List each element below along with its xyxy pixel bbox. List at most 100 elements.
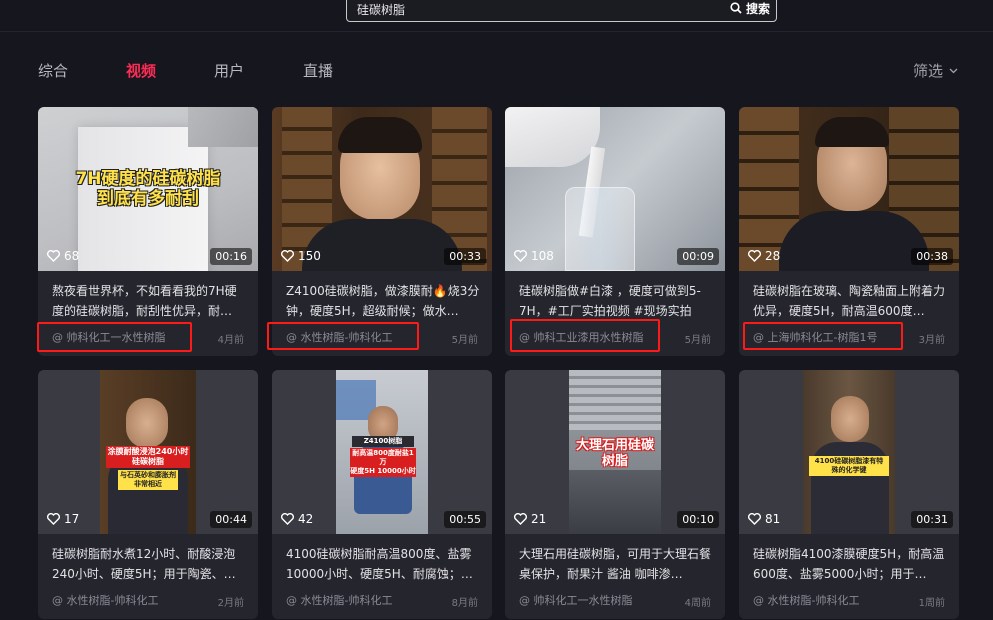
search-input[interactable] — [357, 0, 697, 18]
search-icon — [730, 2, 742, 14]
tab-users[interactable]: 用户 — [214, 60, 244, 81]
like-count-value: 81 — [765, 512, 781, 526]
like-count-value: 21 — [531, 512, 547, 526]
like-count: 150 — [281, 249, 321, 263]
heart-icon — [281, 513, 294, 525]
heart-icon — [47, 250, 60, 262]
author-name[interactable]: @ 水性树脂-帅科化工 — [286, 329, 392, 345]
chevron-down-icon — [949, 68, 958, 73]
author-name[interactable]: @ 帅科化工一水性树脂 — [52, 329, 166, 345]
video-description: 硅碳树脂4100漆膜硬度5H，耐高温600度、盐雾5000小时；用于… — [753, 547, 945, 581]
author-name[interactable]: @ 水性树脂-帅科化工 — [52, 592, 158, 608]
marble-slab-image — [569, 370, 661, 430]
video-duration: 00:31 — [911, 511, 953, 528]
person-body — [302, 219, 462, 271]
thumbnail-subcaption: 耐高温800度耐盐1万 硬度5H 10000小时 — [350, 448, 416, 477]
author-name[interactable]: @ 帅科工业漆用水性树脂 — [519, 329, 644, 345]
like-count: 28 — [748, 249, 780, 263]
like-count: 21 — [514, 512, 546, 526]
tab-live[interactable]: 直播 — [303, 60, 333, 81]
video-card[interactable]: 28 00:38 硅碳树脂在玻璃、陶瓷釉面上附着力优异，硬度5H，耐高温600度… — [739, 107, 959, 356]
post-time: 5月前 — [684, 335, 711, 346]
video-thumbnail: 28 00:38 — [739, 107, 959, 271]
post-time: 5月前 — [451, 335, 478, 346]
thumbnail-caption: 7H硬度的硅碳树脂 到底有多耐刮 — [75, 169, 221, 209]
video-card[interactable]: 4100硅碳树脂漆有特 殊的化学键 81 00:31 硅碳树脂4100漆膜硬度5… — [739, 370, 959, 619]
video-duration: 00:09 — [677, 248, 719, 265]
author-name[interactable]: @ 水性树脂-帅科化工 — [286, 592, 392, 608]
like-count: 81 — [748, 512, 780, 526]
video-card[interactable]: 150 00:33 Z4100硅碳树脂，做漆膜耐🔥烧3分钟，硬度5H，超级耐候；… — [272, 107, 492, 356]
video-duration: 00:16 — [210, 248, 252, 265]
video-thumbnail: 108 00:09 — [505, 107, 725, 271]
thumbnail-caption: 大理石用硅碳 树脂 — [575, 438, 654, 469]
glass-bottle-image — [565, 187, 635, 271]
video-thumbnail: 150 00:33 — [272, 107, 492, 271]
tab-video[interactable]: 视频 — [126, 60, 156, 81]
thumbnail-subcaption: 与石英砂和膨胀剂 非常相近 — [118, 470, 178, 490]
filter-button[interactable]: 筛选 — [913, 60, 958, 81]
author-name[interactable]: @ 上海帅科化工-树脂1号 — [753, 329, 877, 345]
post-time: 4周前 — [684, 598, 711, 609]
person-hair — [338, 117, 422, 153]
video-card[interactable]: 7H硬度的硅碳树脂 到底有多耐刮 68 00:16 熬夜看世界杯，不如看看我的7… — [38, 107, 258, 356]
thumbnail-caption: 涂膜耐酸浸泡240小时 硅碳树脂 — [106, 446, 190, 468]
video-thumbnail: 大理石用硅碳 树脂 21 00:10 — [505, 370, 725, 534]
video-description: 熬夜看世界杯，不如看看我的7H硬度的硅碳树脂，耐刮性优异，耐… — [52, 284, 237, 318]
heart-icon — [514, 250, 527, 262]
result-tabs: 综合 视频 用户 直播 筛选 — [0, 60, 993, 84]
video-card[interactable]: 大理石用硅碳 树脂 21 00:10 大理石用硅碳树脂，可用于大理石餐桌保护，耐… — [505, 370, 725, 619]
video-description: 硅碳树脂做#白漆 ，硬度可做到5-7H，#工厂实拍视频 #现场实拍 #… — [519, 284, 701, 318]
background-shape — [188, 107, 258, 147]
search-box: 搜索 — [346, 0, 777, 22]
video-card[interactable]: 108 00:09 硅碳树脂做#白漆 ，硬度可做到5-7H，#工厂实拍视频 #现… — [505, 107, 725, 356]
author-name[interactable]: @ 帅科化工一水性树脂 — [519, 592, 633, 608]
like-count-value: 68 — [64, 249, 80, 263]
bottle-image — [505, 107, 600, 167]
top-bar: 搜索 — [0, 0, 993, 32]
like-count: 17 — [47, 512, 79, 526]
like-count: 68 — [47, 249, 79, 263]
like-count-value: 17 — [64, 512, 80, 526]
like-count: 42 — [281, 512, 313, 526]
search-button-label: 搜索 — [745, 1, 770, 16]
heart-icon — [47, 513, 60, 525]
video-card[interactable]: 涂膜耐酸浸泡240小时 硅碳树脂 与石英砂和膨胀剂 非常相近 17 00:44 … — [38, 370, 258, 619]
tab-general[interactable]: 综合 — [38, 60, 68, 81]
person-face — [126, 398, 168, 448]
video-duration: 00:44 — [210, 511, 252, 528]
video-duration: 00:38 — [911, 248, 953, 265]
video-duration: 00:33 — [444, 248, 486, 265]
video-description: 大理石用硅碳树脂，可用于大理石餐桌保护，耐果汁 酱油 咖啡渗… — [519, 547, 712, 581]
thumbnail-caption: 4100硅碳树脂漆有特 殊的化学键 — [809, 456, 889, 476]
person-hair — [815, 117, 889, 147]
video-description: 硅碳树脂耐水煮12小时、耐酸浸泡240小时、硬度5H；用于陶瓷、… — [52, 547, 236, 581]
video-description: Z4100硅碳树脂，做漆膜耐🔥烧3分钟，硬度5H，超级耐候；做水… — [286, 284, 480, 318]
video-duration: 00:55 — [444, 511, 486, 528]
like-count-value: 150 — [298, 249, 321, 263]
video-card[interactable]: Z4100树脂 耐高温800度耐盐1万 硬度5H 10000小时 42 00:5… — [272, 370, 492, 619]
video-thumbnail: 7H硬度的硅碳树脂 到底有多耐刮 68 00:16 — [38, 107, 258, 271]
heart-icon — [748, 513, 761, 525]
marble-slab-image — [569, 470, 661, 534]
thumbnail-caption: Z4100树脂 — [352, 436, 414, 447]
post-time: 4月前 — [217, 335, 244, 346]
like-count-value: 42 — [298, 512, 314, 526]
video-duration: 00:10 — [677, 511, 719, 528]
like-count-value: 28 — [765, 249, 781, 263]
search-button[interactable]: 搜索 — [730, 0, 770, 17]
like-count: 108 — [514, 249, 554, 263]
person-face — [831, 396, 869, 442]
video-thumbnail: 4100硅碳树脂漆有特 殊的化学键 81 00:31 — [739, 370, 959, 534]
video-description: 硅碳树脂在玻璃、陶瓷釉面上附着力优异，硬度5H，耐高温600度… — [753, 284, 946, 318]
author-name[interactable]: @ 水性树脂-帅科化工 — [753, 592, 859, 608]
post-time: 8月前 — [451, 598, 478, 609]
like-count-value: 108 — [531, 249, 554, 263]
heart-icon — [514, 513, 527, 525]
person-body — [779, 211, 929, 271]
video-description: 4100硅碳树脂耐高温800度、盐雾10000小时、硬度5H、耐腐蚀；… — [286, 547, 473, 581]
heart-icon — [281, 250, 294, 262]
filter-label: 筛选 — [912, 62, 943, 80]
post-time: 2月前 — [217, 598, 244, 609]
heart-icon — [748, 250, 761, 262]
